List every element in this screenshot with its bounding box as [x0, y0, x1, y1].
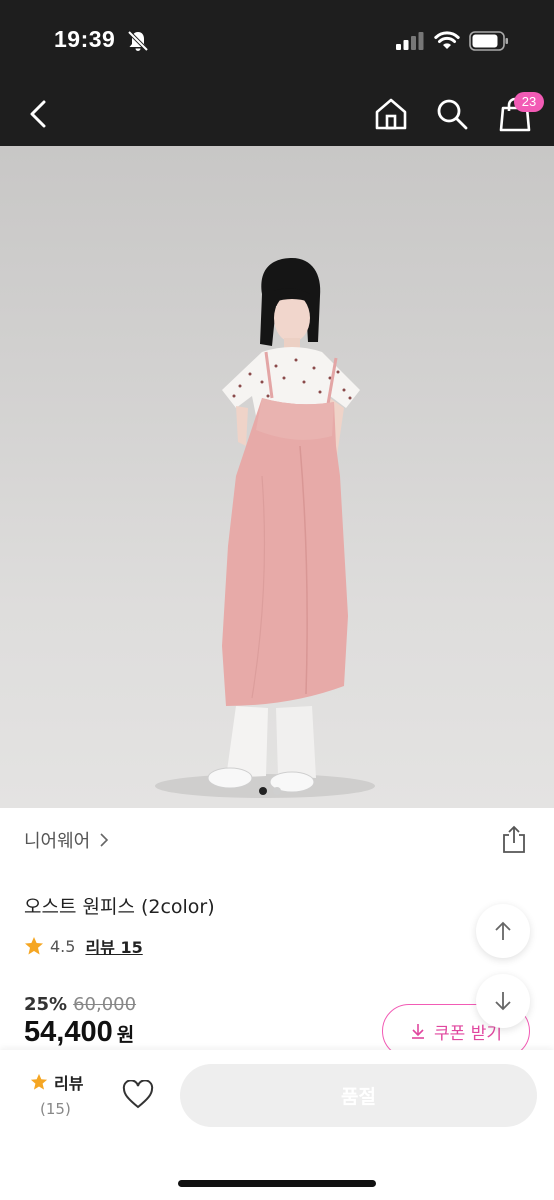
chevron-right-icon — [100, 833, 109, 847]
arrow-down-icon — [495, 992, 511, 1011]
review-count-link[interactable]: 리뷰 15 — [85, 934, 142, 958]
status-time: 19:39 — [54, 26, 116, 52]
product-image[interactable] — [0, 146, 554, 808]
original-price: 60,000 — [73, 994, 137, 1015]
scroll-down-button[interactable] — [476, 974, 530, 1028]
scroll-up-button[interactable] — [476, 904, 530, 958]
bottom-action-bar: 리뷰 (15) 품절 — [0, 1050, 554, 1200]
brand-name: 니어웨어 — [24, 831, 91, 852]
discount-info: 25% 60,000 — [24, 994, 136, 1015]
share-icon[interactable] — [500, 824, 528, 854]
product-detail-screen: 19:39 23 니어웨어 오스트 원피스 (2color) 4.5 리뷰 15… — [0, 0, 554, 1200]
bottom-review-label: 리뷰 — [54, 1074, 84, 1093]
soldout-button[interactable]: 품절 — [180, 1064, 537, 1127]
brand-link[interactable]: 니어웨어 — [24, 826, 110, 854]
product-title: 오스트 원피스 (2color) — [24, 896, 215, 918]
rating-value: 4.5 — [50, 936, 76, 956]
discount-rate: 25% — [24, 994, 68, 1015]
home-indicator — [178, 1180, 376, 1187]
sale-price: 54,400 원 — [24, 1016, 134, 1049]
cellular-signal-icon — [396, 32, 424, 50]
price-value: 54,400 — [24, 1016, 113, 1048]
search-icon[interactable] — [434, 96, 470, 132]
image-pager-dots — [259, 787, 281, 795]
home-icon[interactable] — [372, 96, 410, 132]
back-arrow-icon[interactable] — [22, 96, 58, 132]
bottom-review-summary[interactable]: 리뷰 (15) — [30, 1070, 94, 1118]
arrow-up-icon — [495, 921, 511, 940]
wifi-icon — [434, 31, 460, 49]
star-icon — [30, 1073, 48, 1090]
model-photo — [155, 258, 375, 798]
heart-icon[interactable] — [122, 1080, 154, 1110]
status-bar: 19:39 — [0, 0, 554, 84]
cart-count-badge: 23 — [514, 92, 544, 112]
bell-off-icon — [127, 30, 149, 52]
star-icon — [25, 937, 43, 955]
price-unit: 원 — [116, 1024, 135, 1046]
download-icon — [412, 1024, 425, 1039]
bottom-review-count: (15) — [40, 1100, 71, 1118]
top-nav-bar — [0, 84, 554, 146]
battery-icon — [469, 31, 508, 51]
rating-summary: 4.5 리뷰 15 — [24, 934, 143, 958]
